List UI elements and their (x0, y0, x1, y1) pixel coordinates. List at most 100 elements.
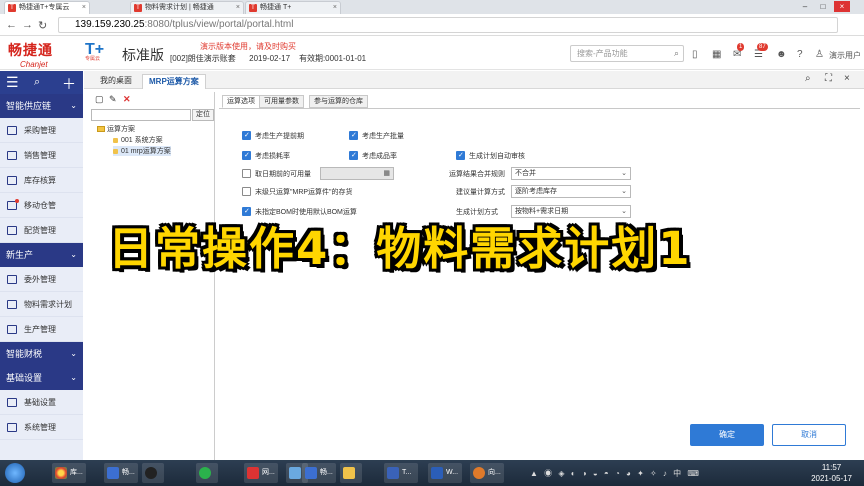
menu-icon[interactable]: ☰ (6, 74, 19, 91)
minimize-icon[interactable]: – (797, 1, 813, 12)
wechat-icon (199, 467, 211, 479)
calendar-icon[interactable]: ▦ (383, 168, 390, 179)
sidebar-group-label: 智能财税 (6, 349, 43, 359)
merge-rule-select[interactable]: 不合并 ⌄ (511, 167, 631, 180)
auto-audit-checkbox[interactable] (456, 151, 465, 160)
consider-finished-rate-checkbox[interactable] (349, 151, 358, 160)
taskbar-app-xiang[interactable]: 向... (470, 463, 504, 483)
close-tab-icon[interactable]: × (333, 2, 337, 14)
sidebar-item-label: 委外管理 (24, 275, 56, 284)
sidebar-item-inventory[interactable]: 库存核算 (0, 168, 83, 193)
locate-input[interactable] (91, 109, 191, 121)
back-icon[interactable]: ← (6, 19, 17, 31)
taskbar-app-wechat[interactable] (196, 463, 218, 483)
search-icon[interactable]: ⌕ (674, 46, 679, 61)
browser-tab-3[interactable]: T 畅捷通 T+ × (245, 1, 341, 14)
merge-rule-label: 运算结果合并规则 (449, 171, 505, 178)
sidebar-item-label: 移动仓管 (24, 201, 56, 210)
taskbar-app-chanjet-1[interactable]: 畅... (104, 463, 138, 483)
taskbar-app-chrome[interactable]: 库... (52, 463, 86, 483)
delete-icon[interactable]: ✕ (123, 94, 131, 105)
url-input[interactable]: 139.159.230.25:8080/tplus/view/portal/po… (58, 17, 838, 33)
taskbar-app-folder[interactable] (340, 463, 362, 483)
chevron-down-icon: ⌄ (70, 101, 77, 110)
close-tab-icon[interactable]: × (236, 2, 240, 14)
sidebar-item-outsourcing[interactable]: 委外管理 (0, 267, 83, 292)
taskbar-app-netease[interactable]: 网... (244, 463, 278, 483)
mascot-icon[interactable]: ☻ (776, 49, 787, 60)
auto-audit-label: 生成计划自动审核 (469, 153, 525, 160)
close-icon[interactable]: × (844, 73, 850, 84)
sidebar-item-label: 基础设置 (24, 398, 56, 407)
sidebar-item-mrp[interactable]: 物料需求计划 (0, 292, 83, 317)
locate-button[interactable]: 定位 (192, 109, 214, 121)
demo-note[interactable]: 演示版本使用，请及时购买 (200, 41, 296, 52)
purchase-icon (7, 126, 17, 135)
tree-root[interactable]: 运算方案 (97, 124, 135, 134)
sidebar: ☰ ⌕ ＋ 智能供应链 ⌄ 采购管理 销售管理 库存核算 移动仓管 配货管理 新生… (0, 71, 83, 460)
search-icon[interactable]: ⌕ (805, 73, 811, 84)
sidebar-item-label: 生产管理 (24, 325, 56, 334)
taskbar-app-chanjet-2[interactable]: 畅... (302, 463, 336, 483)
sidebar-group-finance[interactable]: 智能财税 ⌄ (0, 342, 83, 366)
consider-batch-label: 考虑生产批量 (362, 133, 404, 140)
grid-icon[interactable]: ▦ (712, 49, 721, 60)
edit-icon[interactable]: ✎ (109, 94, 117, 105)
browser-tab-1[interactable]: T 畅捷通T+专属云 × (4, 1, 90, 14)
tab-my-desktop[interactable]: 我的桌面 (94, 74, 138, 89)
browser-tab-2[interactable]: T 物料需求计划 | 畅捷通 × (130, 1, 244, 14)
sidebar-item-system[interactable]: 系统管理 (0, 415, 83, 440)
chanjet-icon (305, 467, 317, 479)
sidebar-item-production-mgmt[interactable]: 生产管理 (0, 317, 83, 342)
system-clock[interactable]: 11:57 2021-05-17 (811, 462, 852, 484)
system-tray-icons[interactable]: ▲ ◉ ◈ ◐ ◑ ◒ ◓ ◔ ◕ ✦ ✧ ♪ 中 ⌨ (530, 468, 701, 479)
add-icon[interactable]: ＋ (62, 74, 76, 94)
account-code: [002] (170, 54, 188, 63)
help-icon[interactable]: ? (797, 49, 803, 60)
search-icon[interactable]: ⌕ (34, 76, 40, 89)
sidebar-item-distribution[interactable]: 配货管理 (0, 218, 83, 243)
tree-item-system-scheme[interactable]: 001 系统方案 (113, 135, 163, 145)
use-available-before-checkbox[interactable] (242, 169, 251, 178)
tab-available-params[interactable]: 可用量参数 (259, 95, 304, 108)
cancel-button[interactable]: 取消 (772, 424, 846, 446)
reload-icon[interactable]: ↻ (38, 19, 47, 32)
sidebar-item-basic-settings[interactable]: 基础设置 (0, 390, 83, 415)
available-date-field[interactable]: ▦ (320, 167, 394, 180)
sidebar-item-purchase[interactable]: 采购管理 (0, 118, 83, 143)
phone-icon[interactable]: ▯ (692, 49, 698, 60)
user-icon[interactable]: ♙ (815, 49, 824, 60)
workspace-tabs: 我的桌面 MRP运算方案 ⌕ ⛶ × (84, 71, 864, 89)
new-icon[interactable]: ▢ (95, 94, 104, 105)
sidebar-group-production[interactable]: 新生产 ⌄ (0, 243, 83, 267)
user-name[interactable]: 演示用户 (829, 50, 861, 61)
consider-batch-checkbox[interactable] (349, 131, 358, 140)
maximize-icon[interactable]: □ (815, 1, 831, 12)
tab-mrp-scheme[interactable]: MRP运算方案 (142, 74, 206, 89)
tab-warehouses[interactable]: 参与运算的仓库 (309, 95, 368, 108)
close-tab-icon[interactable]: × (82, 2, 86, 14)
forward-icon[interactable]: → (22, 19, 33, 31)
message-badge: 1 (737, 43, 745, 51)
taskbar-app-visio[interactable]: T... (384, 463, 418, 483)
consider-lead-time-checkbox[interactable] (242, 131, 251, 140)
consider-loss-checkbox[interactable] (242, 151, 251, 160)
ok-button[interactable]: 确定 (690, 424, 764, 446)
sidebar-group-supply-chain[interactable]: 智能供应链 ⌄ (0, 94, 83, 118)
taskbar-app-word[interactable]: W... (428, 463, 462, 483)
tree-item-mrp-scheme[interactable]: 01 mrp运算方案 (113, 146, 171, 156)
close-window-icon[interactable]: × (834, 1, 850, 12)
sidebar-item-mobile-warehouse[interactable]: 移动仓管 (0, 193, 83, 218)
taskbar-app-obs[interactable] (142, 463, 164, 483)
expand-icon[interactable]: ⛶ (825, 73, 832, 84)
taskbar-app-label: W... (446, 469, 459, 476)
suggest-calc-select[interactable]: 逐阶考虑库存 ⌄ (511, 185, 631, 198)
start-button[interactable] (5, 463, 25, 483)
obs-icon (145, 467, 157, 479)
end-level-only-checkbox[interactable] (242, 187, 251, 196)
company-name[interactable]: 朗佳演示账套 (188, 54, 236, 63)
search-input[interactable]: 搜索-产品功能 ⌕ (570, 45, 684, 62)
sidebar-group-settings[interactable]: 基础设置 ⌄ (0, 366, 83, 390)
tab-calc-options[interactable]: 运算选项 (222, 95, 260, 108)
sidebar-item-sales[interactable]: 销售管理 (0, 143, 83, 168)
